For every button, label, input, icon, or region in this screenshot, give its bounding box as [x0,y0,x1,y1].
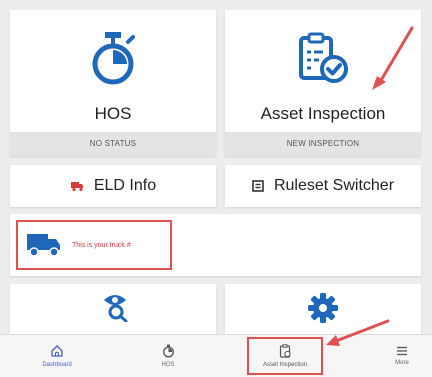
truck-number-text: This is your truck # [72,241,131,249]
hos-label: HOS [94,104,132,123]
nav-dashboard-label: Dashboard [42,362,72,368]
eld-info-label: ELD Info [93,177,157,194]
nav-hos-label: HOS [161,362,175,368]
nav-dashboard[interactable]: Dashboard [17,335,97,377]
nav-asset-inspection[interactable]: Asset Inspection [247,337,323,375]
stopwatch-icon [162,344,175,360]
hos-tile[interactable]: HOS NO STATUS [10,10,216,156]
asset-inspection-tile[interactable]: Asset Inspection NEW INSPECTION [225,10,421,156]
clipboard-check-icon [297,32,349,89]
menu-icon [396,346,408,358]
ruleset-switcher-label: Ruleset Switcher [273,177,395,194]
ruleset-icon [252,180,264,192]
asset-inspection-status: NEW INSPECTION [225,132,421,156]
eld-info-button[interactable]: ELD Info [10,165,216,207]
eye-search-icon [102,292,130,327]
nav-more-label: More [395,360,409,366]
hos-status: NO STATUS [10,132,216,156]
truck-small-icon [70,180,84,192]
nav-asset-inspection-label: Asset Inspection [262,362,308,368]
gear-icon [307,292,339,329]
truck-info-box[interactable]: This is your truck # [16,220,172,270]
asset-inspection-label: Asset Inspection [260,104,386,123]
nav-hos[interactable]: HOS [128,335,208,377]
clipboard-icon [279,344,291,360]
stopwatch-icon [90,30,136,91]
nav-more[interactable]: More [362,335,432,377]
home-icon [50,344,64,360]
truck-icon [26,231,62,259]
bottom-nav: Dashboard HOS Asset Inspection More [0,334,432,377]
ruleset-switcher-button[interactable]: Ruleset Switcher [225,165,421,207]
